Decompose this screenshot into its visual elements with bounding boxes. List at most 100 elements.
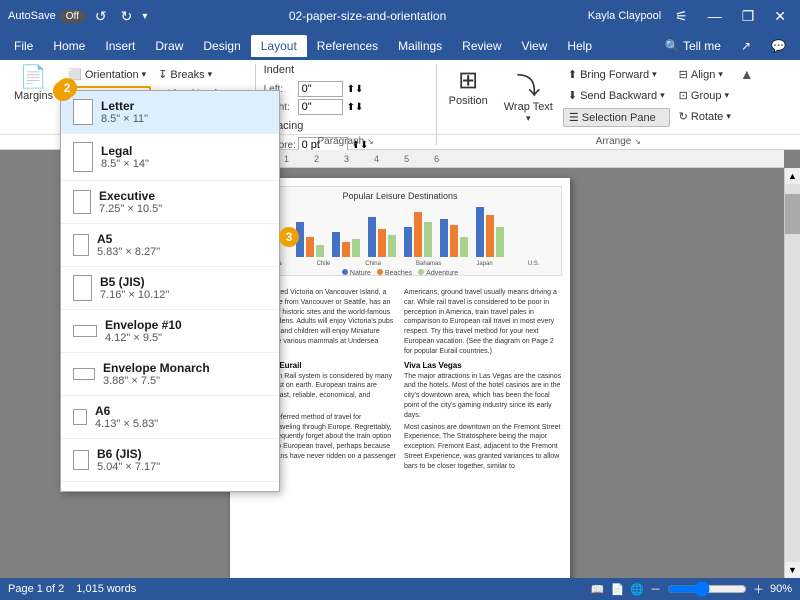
minimize-btn[interactable]: — <box>702 6 728 26</box>
rotate-button[interactable]: ↻ Rotate ▾ <box>674 108 736 125</box>
align-icon: ⊟ <box>679 68 688 81</box>
size-a6[interactable]: A6 4.13" × 5.83" <box>61 396 279 439</box>
rotate-dropdown: ▾ <box>726 111 731 122</box>
zoom-in-btn[interactable]: ＋ <box>753 581 764 597</box>
autosave-area: AutoSave Off <box>8 10 85 23</box>
document-title: 02-paper-size-and-orientation <box>147 9 587 23</box>
paragraph-expand[interactable]: ↘ <box>367 137 374 146</box>
orientation-dropdown-icon: ▾ <box>142 69 147 80</box>
undo-btn[interactable]: ↺ <box>91 6 111 27</box>
indent-left-input[interactable] <box>298 81 343 97</box>
user-name: Kayla Claypool <box>588 10 661 22</box>
size-b6jis[interactable]: B6 (JIS) 5.04" × 7.17" <box>61 439 279 482</box>
document-page: Popular Leisure Destinations <box>230 178 570 578</box>
menu-home[interactable]: Home <box>43 35 95 57</box>
send-backward-button[interactable]: ⬇ Send Backward ▾ <box>563 87 670 104</box>
bring-forward-button[interactable]: ⬆ Bring Forward ▾ <box>563 66 670 83</box>
ribbon-collapse-arrow[interactable]: ▲ <box>740 66 754 82</box>
comments-btn[interactable]: 💬 <box>761 35 796 57</box>
indent-group-label: Indent <box>264 64 428 76</box>
title-bar-right: Kayla Claypool ⚟ — ❐ ✕ <box>588 6 792 27</box>
share-btn[interactable]: ↗ <box>731 35 761 57</box>
arrange-group: ⊞ Position ⤵ Wrap Text ▾ ⬆ Bring Forward… <box>437 60 800 149</box>
menu-file[interactable]: File <box>4 35 43 57</box>
menu-help[interactable]: Help <box>557 35 602 57</box>
restore-btn[interactable]: ❐ <box>736 6 761 27</box>
align-button[interactable]: ⊟ Align ▾ <box>674 66 736 83</box>
menu-tell-me[interactable]: 🔍 Tell me <box>655 35 731 57</box>
position-button[interactable]: ⊞ Position <box>443 64 494 109</box>
ribbon-collapse-btn[interactable]: ⚟ <box>669 6 694 27</box>
size-envelope10[interactable]: Envelope #10 4.12" × 9.5" <box>61 310 279 353</box>
scroll-thumb[interactable] <box>785 194 800 234</box>
status-right: 📖 📄 🌐 － ＋ 90% <box>591 581 792 597</box>
close-btn[interactable]: ✕ <box>768 6 792 27</box>
rotate-icon: ↻ <box>679 110 688 123</box>
size-dropdown-list: Letter 8.5" × 11" Legal 8.5" × 14" Execu… <box>61 91 279 491</box>
group-dropdown: ▾ <box>724 90 729 101</box>
breaks-button[interactable]: ↧ Breaks ▾ <box>153 66 248 83</box>
menu-view[interactable]: View <box>512 35 558 57</box>
indent-right-spin[interactable]: ⬆⬇ <box>347 102 364 113</box>
wrap-text-icon: ⤵ <box>516 66 540 101</box>
size-executive[interactable]: Executive 7.25" × 10.5" <box>61 181 279 224</box>
size-legal[interactable]: Legal 8.5" × 14" <box>61 134 279 181</box>
spacing-group-label: Spacing <box>264 120 428 132</box>
size-dropdown: 1 Letter 8.5" × 11" Legal 8.5" × 14" <box>60 90 280 492</box>
menu-layout[interactable]: Layout <box>251 35 307 57</box>
zoom-slider[interactable] <box>667 581 747 597</box>
title-bar: AutoSave Off ↺ ↻ ▾ 02-paper-size-and-ori… <box>0 0 800 32</box>
scroll-track[interactable] <box>785 184 800 562</box>
chart-area: Popular Leisure Destinations <box>238 186 562 276</box>
margins-label: Margins <box>14 90 53 102</box>
vertical-scrollbar[interactable]: ▲ ▼ <box>784 168 800 578</box>
arrange-expand[interactable]: ↘ <box>634 137 641 146</box>
send-backward-icon: ⬇ <box>568 89 577 102</box>
menu-draw[interactable]: Draw <box>145 35 193 57</box>
arrange-label: Arrange ↘ <box>437 134 800 147</box>
orientation-button[interactable]: ⬜ Orientation ▾ <box>63 66 151 83</box>
view-print-btn[interactable]: 📄 <box>611 583 625 596</box>
group-button[interactable]: ⊡ Group ▾ <box>674 87 736 104</box>
menu-design[interactable]: Design <box>193 35 250 57</box>
scroll-down[interactable]: ▼ <box>785 562 800 578</box>
indent-left-spin[interactable]: ⬆⬇ <box>347 84 364 95</box>
title-bar-left: AutoSave Off ↺ ↻ ▾ <box>8 6 147 27</box>
badge-3: 3 <box>279 227 299 247</box>
status-bar: Page 1 of 2 1,015 words 📖 📄 🌐 － ＋ 90% <box>0 578 800 600</box>
view-read-btn[interactable]: 📖 <box>591 583 605 596</box>
paragraph-label: Paragraph ↘ <box>256 134 436 147</box>
view-web-btn[interactable]: 🌐 <box>630 583 644 596</box>
menu-insert[interactable]: Insert <box>95 35 145 57</box>
menu-references[interactable]: References <box>307 35 388 57</box>
size-b5jis[interactable]: B5 (JIS) 7.16" × 10.12" <box>61 267 279 310</box>
more-paper-sizes[interactable]: More Paper Sizes... <box>61 482 279 491</box>
autosave-label: AutoSave <box>8 10 56 22</box>
menu-bar: File Home Insert Draw Design Layout Refe… <box>0 32 800 60</box>
align-dropdown: ▾ <box>718 69 723 80</box>
margins-button[interactable]: 📄 Margins <box>6 64 61 104</box>
menu-review[interactable]: Review <box>452 35 511 57</box>
zoom-level: 90% <box>770 583 792 595</box>
ruler-horizontal: 1 2 3 4 5 6 <box>260 150 784 168</box>
selection-pane-icon: ☰ <box>569 111 579 124</box>
redo-btn[interactable]: ↻ <box>117 6 137 27</box>
scroll-up[interactable]: ▲ <box>785 168 800 184</box>
indent-right-row: Right: ⬆⬇ <box>264 99 428 115</box>
selection-pane-button[interactable]: ☰ Selection Pane <box>563 108 670 127</box>
breaks-dropdown-icon: ▾ <box>208 69 213 80</box>
size-a5[interactable]: A5 5.83" × 8.27" <box>61 224 279 267</box>
size-letter[interactable]: Letter 8.5" × 11" <box>61 91 279 134</box>
menu-mailings[interactable]: Mailings <box>388 35 452 57</box>
autosave-toggle[interactable]: Off <box>60 10 85 23</box>
indent-right-input[interactable] <box>298 99 343 115</box>
bring-forward-dropdown: ▾ <box>652 69 657 80</box>
page-indicator: Page 1 of 2 <box>8 583 64 595</box>
zoom-out-btn[interactable]: － <box>650 581 661 597</box>
size-envelope-monarch[interactable]: Envelope Monarch 3.88" × 7.5" <box>61 353 279 396</box>
status-left: Page 1 of 2 1,015 words <box>8 583 136 595</box>
page-text-area: British-accented Victoria on Vancouver I… <box>230 284 570 476</box>
wrap-text-button[interactable]: ⤵ Wrap Text ▾ <box>498 64 559 126</box>
page-text-right: Americans, ground travel usually means d… <box>404 288 562 472</box>
word-count: 1,015 words <box>76 583 136 595</box>
